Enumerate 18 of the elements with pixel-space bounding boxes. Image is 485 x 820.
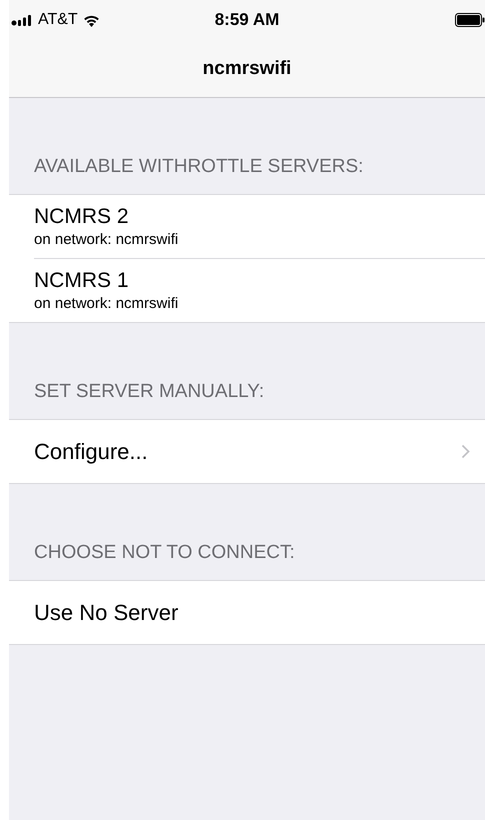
server-network: on network: ncmrswifi <box>34 231 178 248</box>
signal-icon <box>11 14 33 26</box>
wifi-icon <box>82 14 100 26</box>
chevron-icon <box>461 444 470 459</box>
section-header: CHOOSE NOT TO CONNECT: <box>34 542 295 564</box>
section-header: SET SERVER MANUALLY: <box>34 381 264 403</box>
status-time: 8:59 AM <box>214 10 280 30</box>
row-label: Use No Server <box>34 600 178 626</box>
server-row[interactable]: NCMRS 2 on network: ncmrswifi <box>34 195 485 258</box>
nav-title: ncmrswifi <box>202 58 292 80</box>
carrier-name: AT&T <box>38 11 78 29</box>
battery-icon <box>455 13 485 27</box>
server-network: on network: ncmrswifi <box>34 295 178 312</box>
server-row[interactable]: NCMRS 1 on network: ncmrswifi <box>34 258 485 322</box>
server-name: NCMRS 2 <box>34 205 129 229</box>
server-name: NCMRS 1 <box>34 269 129 293</box>
section-header: AVAILABLE WITHROTTLE SERVERS: <box>34 156 364 178</box>
row-label: Configure... <box>34 438 148 464</box>
